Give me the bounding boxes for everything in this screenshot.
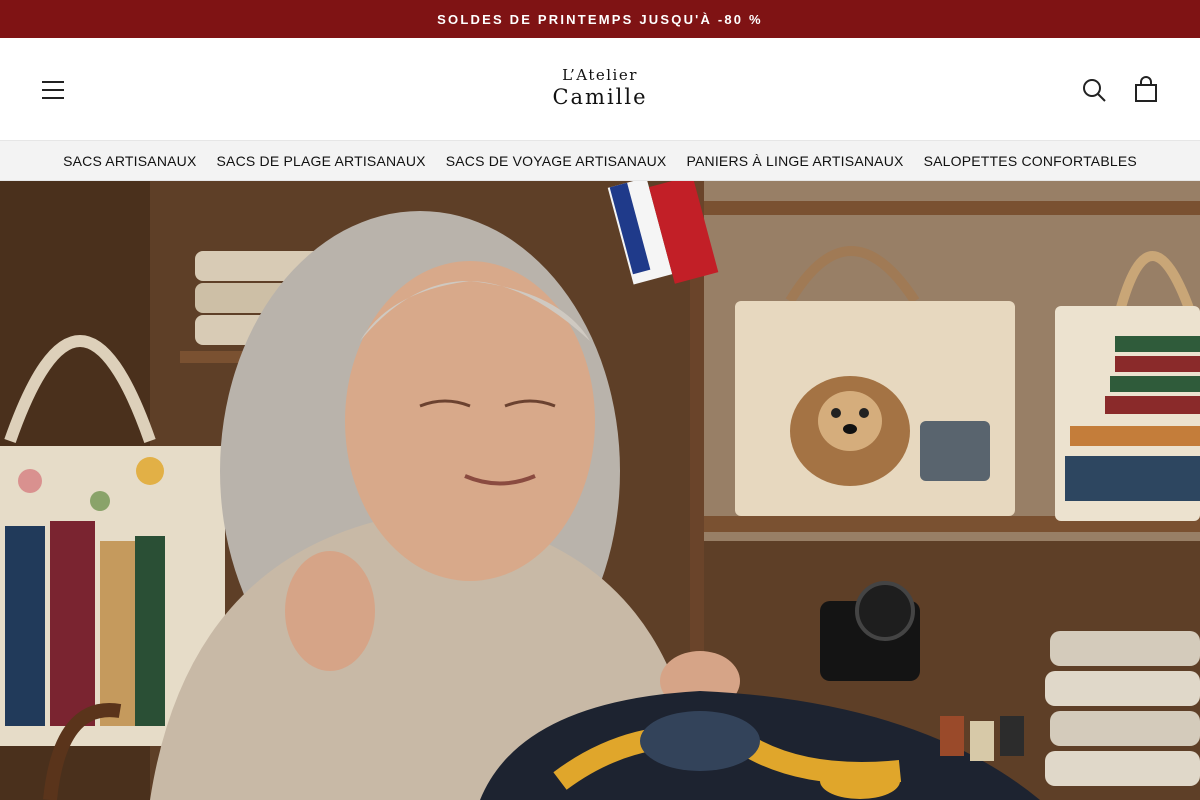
logo-line-1: L’Atelier: [562, 66, 638, 84]
shopping-bag-icon[interactable]: [1132, 76, 1160, 104]
announcement-text: SOLDES DE PRINTEMPS JUSQU'À -80 %: [437, 11, 763, 27]
hero-image: [0, 181, 1200, 800]
nav-item-sacs-de-plage[interactable]: SACS DE PLAGE ARTISANAUX: [217, 153, 426, 169]
main-navigation: SACS ARTISANAUX SACS DE PLAGE ARTISANAUX…: [0, 141, 1200, 181]
hamburger-menu-icon[interactable]: [40, 78, 68, 102]
site-logo[interactable]: L’Atelier Camille: [500, 68, 700, 108]
announcement-bar: SOLDES DE PRINTEMPS JUSQU'À -80 %: [0, 0, 1200, 38]
nav-item-sacs-artisanaux[interactable]: SACS ARTISANAUX: [63, 153, 196, 169]
nav-item-salopettes[interactable]: SALOPETTES CONFORTABLES: [924, 153, 1137, 169]
site-header: L’Atelier Camille: [0, 38, 1200, 141]
hero-illustration: [0, 181, 1200, 800]
nav-item-paniers-a-linge[interactable]: PANIERS À LINGE ARTISANAUX: [686, 153, 903, 169]
nav-item-sacs-de-voyage[interactable]: SACS DE VOYAGE ARTISANAUX: [446, 153, 667, 169]
search-icon[interactable]: [1080, 76, 1108, 104]
logo-line-2: Camille: [552, 85, 648, 109]
